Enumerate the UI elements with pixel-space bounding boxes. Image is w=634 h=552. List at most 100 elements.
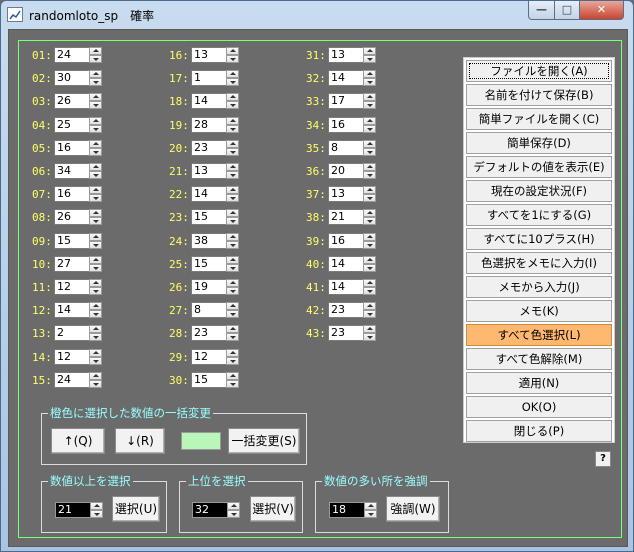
menu-button[interactable]: メモ(K) [466,300,612,322]
spin-up-icon[interactable] [363,70,376,79]
spin-down-icon[interactable] [363,78,376,87]
number-spinner[interactable]: 2 [54,325,102,342]
spin-up-icon[interactable] [89,209,102,218]
number-spinner[interactable]: 16 [54,186,102,203]
spin-up-icon[interactable] [363,302,376,311]
menu-button[interactable]: すべてを1にする(G) [466,204,612,226]
number-spinner[interactable]: 13 [328,186,376,203]
number-value[interactable]: 13 [191,163,227,179]
number-value[interactable]: 13 [328,186,364,203]
top-select-button[interactable]: 選択(V) [250,496,296,522]
above-select-button[interactable]: 選択(U) [112,496,160,522]
spin-down-icon[interactable] [226,379,239,388]
spin-up-icon[interactable] [364,502,377,510]
spin-down-icon[interactable] [89,101,102,110]
spin-down-icon[interactable] [89,124,102,133]
number-spinner[interactable]: 21 [328,209,376,226]
number-spinner[interactable]: 14 [191,186,239,203]
number-spinner[interactable]: 26 [54,93,102,110]
number-spinner[interactable]: 12 [54,279,102,295]
spin-down-icon[interactable] [363,147,376,156]
number-value[interactable]: 16 [54,186,90,203]
menu-button[interactable]: OK(O) [466,396,612,418]
number-spinner[interactable]: 24 [54,371,102,388]
number-spinner[interactable]: 12 [191,348,239,365]
number-spinner[interactable]: 23 [191,325,239,342]
number-value[interactable]: 12 [191,348,227,365]
above-select-value[interactable]: 21 [55,502,91,518]
number-spinner[interactable]: 12 [54,348,102,365]
spin-up-icon[interactable] [227,502,240,510]
number-value[interactable]: 21 [328,209,364,226]
spin-down-icon[interactable] [89,147,102,156]
number-spinner[interactable]: 19 [191,279,239,295]
spin-down-icon[interactable] [226,194,239,203]
spin-down-icon[interactable] [363,101,376,110]
bulk-down-button[interactable]: ↓(R) [115,428,165,454]
number-spinner[interactable]: 30 [54,70,102,87]
spin-down-icon[interactable] [226,263,239,272]
number-spinner[interactable]: 24 [54,47,102,63]
number-value[interactable]: 14 [328,255,364,272]
spin-up-icon[interactable] [90,502,103,510]
number-spinner[interactable]: 13 [191,163,239,179]
spin-down-icon[interactable] [89,356,102,365]
number-spinner[interactable]: 28 [191,116,239,133]
number-spinner[interactable]: 15 [191,209,239,226]
number-spinner[interactable]: 13 [328,47,376,63]
number-value[interactable]: 8 [328,139,364,156]
number-value[interactable]: 34 [54,163,90,179]
number-value[interactable]: 23 [328,302,364,319]
number-value[interactable]: 14 [328,70,364,87]
number-spinner[interactable]: 16 [328,232,376,249]
spin-down-icon[interactable] [89,78,102,87]
number-spinner[interactable]: 20 [328,163,376,179]
number-spinner[interactable]: 14 [191,93,239,110]
spin-down-icon[interactable] [226,310,239,319]
number-value[interactable]: 13 [191,47,227,63]
bulk-up-button[interactable]: ↑(Q) [51,428,105,454]
spin-down-icon[interactable] [89,240,102,249]
spin-up-icon[interactable] [89,139,102,148]
number-spinner[interactable]: 23 [191,139,239,156]
number-value[interactable]: 26 [54,209,90,226]
number-spinner[interactable]: 16 [54,139,102,156]
number-spinner[interactable]: 15 [191,255,239,272]
spin-up-icon[interactable] [226,93,239,102]
spin-up-icon[interactable] [226,371,239,380]
emphasize-value[interactable]: 18 [329,502,365,518]
number-value[interactable]: 2 [54,325,90,342]
spin-up-icon[interactable] [363,232,376,241]
spin-down-icon[interactable] [226,240,239,249]
help-button[interactable]: ? [595,451,611,467]
number-value[interactable]: 16 [328,116,364,133]
number-spinner[interactable]: 13 [191,47,239,63]
number-value[interactable]: 14 [191,93,227,110]
menu-button[interactable]: すべて色解除(M) [466,348,612,370]
spin-down-icon[interactable] [89,217,102,226]
menu-button[interactable]: 簡単ファイルを開く(C) [466,108,612,130]
number-value[interactable]: 14 [328,279,364,295]
spin-down-icon[interactable] [89,263,102,272]
menu-button[interactable]: 簡単保存(D) [466,132,612,154]
spin-down-icon[interactable] [89,333,102,342]
number-value[interactable]: 14 [191,186,227,203]
spin-up-icon[interactable] [226,209,239,218]
spin-up-icon[interactable] [363,93,376,102]
spin-down-icon[interactable] [89,379,102,388]
number-value[interactable]: 16 [54,139,90,156]
menu-button[interactable]: すべて色選択(L) [466,324,612,346]
emphasize-spinner[interactable]: 18 [329,502,377,518]
spin-up-icon[interactable] [226,348,239,357]
number-value[interactable]: 13 [328,47,364,63]
spin-down-icon[interactable] [363,310,376,319]
spin-down-icon[interactable] [89,310,102,319]
spin-up-icon[interactable] [226,47,239,55]
number-spinner[interactable]: 23 [328,325,376,342]
menu-button[interactable]: 閉じる(P) [466,420,612,442]
spin-up-icon[interactable] [89,93,102,102]
number-spinner[interactable]: 16 [328,116,376,133]
spin-up-icon[interactable] [89,371,102,380]
number-value[interactable]: 27 [54,255,90,272]
emphasize-button[interactable]: 強調(W) [386,496,440,522]
